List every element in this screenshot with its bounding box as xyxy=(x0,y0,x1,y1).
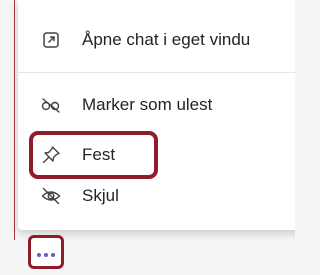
screenshot-stage: Åpne chat i eget vindu Marker som ulest xyxy=(0,0,295,275)
frame-edge-line xyxy=(14,0,15,240)
pin-icon xyxy=(40,144,62,166)
menu-item-label: Marker som ulest xyxy=(82,95,213,114)
menu-item-label: Fest xyxy=(82,145,116,164)
menu-item-label: Skjul xyxy=(82,186,119,205)
more-options-icon xyxy=(37,253,55,257)
unread-eye-icon xyxy=(40,94,62,116)
menu-item-label: Åpne chat i eget vindu xyxy=(82,30,251,49)
dot xyxy=(44,253,48,257)
hide-eye-icon xyxy=(40,185,62,207)
menu-divider xyxy=(18,72,295,73)
more-options-button[interactable] xyxy=(28,235,64,269)
popout-icon xyxy=(40,29,62,51)
chat-context-menu: Åpne chat i eget vindu Marker som ulest xyxy=(18,0,295,230)
menu-item-open-in-new-window[interactable]: Åpne chat i eget vindu xyxy=(18,21,295,59)
dot xyxy=(51,253,55,257)
menu-item-hide[interactable]: Skjul xyxy=(18,177,295,215)
menu-item-pin[interactable]: Fest xyxy=(18,136,295,174)
dot xyxy=(37,253,41,257)
menu-item-mark-unread[interactable]: Marker som ulest xyxy=(18,86,295,124)
